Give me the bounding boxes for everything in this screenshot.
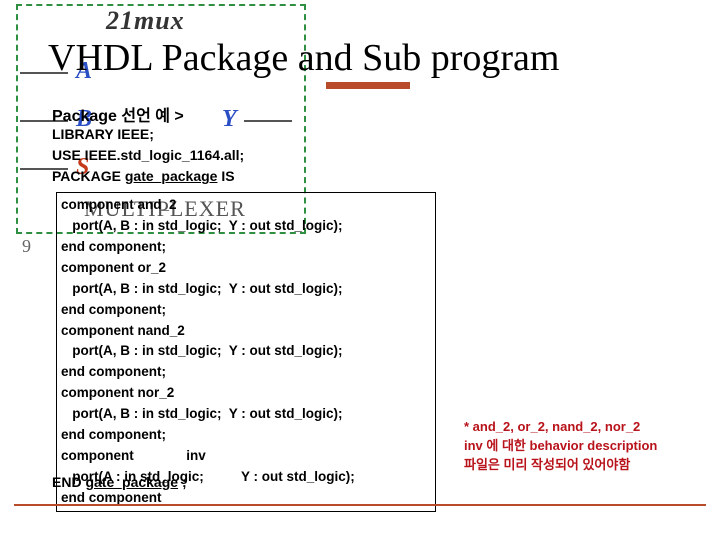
code-line: end component; [61,239,166,254]
bottom-divider [14,504,706,506]
code-line: USE IEEE.std_logic_1164.all; [52,147,244,163]
page-title: VHDL Package and Sub program [48,36,559,80]
note-line: * and_2, or_2, nand_2, nor_2 [464,419,640,434]
end-keyword: END [52,474,85,490]
slide-number: 9 [22,236,31,257]
code-line: IS [217,168,234,184]
footnote: * and_2, or_2, nand_2, nor_2 inv 에 대한 be… [464,418,657,475]
code-line: end component; [61,427,166,442]
note-line: 파일은 미리 작성되어 있어야함 [464,457,630,472]
code-line: end component; [61,364,166,379]
note-line: inv 에 대한 behavior description [464,438,657,453]
code-line: component and_2 [61,197,177,212]
code-line: PACKAGE [52,168,125,184]
code-line: end component [61,490,162,505]
package-end-line: END gate_package ; [52,474,187,490]
code-line: end component; [61,302,166,317]
code-line: port(A, B : in std_logic; Y : out std_lo… [61,406,343,421]
section-subtitle: Package 선언 예 > [52,102,184,126]
code-line: component or_2 [61,260,166,275]
package-header-code: LIBRARY IEEE; USE IEEE.std_logic_1164.al… [52,124,244,187]
code-line: component nand_2 [61,323,185,338]
code-line: LIBRARY IEEE; [52,126,154,142]
title-underline [326,82,410,89]
code-line: port(A, B : in std_logic; Y : out std_lo… [61,218,343,233]
code-line: component nor_2 [61,385,174,400]
package-name: gate_package [125,168,218,184]
component-declarations-box: component and_2 port(A, B : in std_logic… [56,192,436,512]
code-line: component inv [61,448,206,463]
code-line: port(A, B : in std_logic; Y : out std_lo… [61,281,343,296]
package-name-end: gate_package [85,474,178,490]
end-semicolon: ; [178,474,187,490]
code-line: port(A, B : in std_logic; Y : out std_lo… [61,343,343,358]
